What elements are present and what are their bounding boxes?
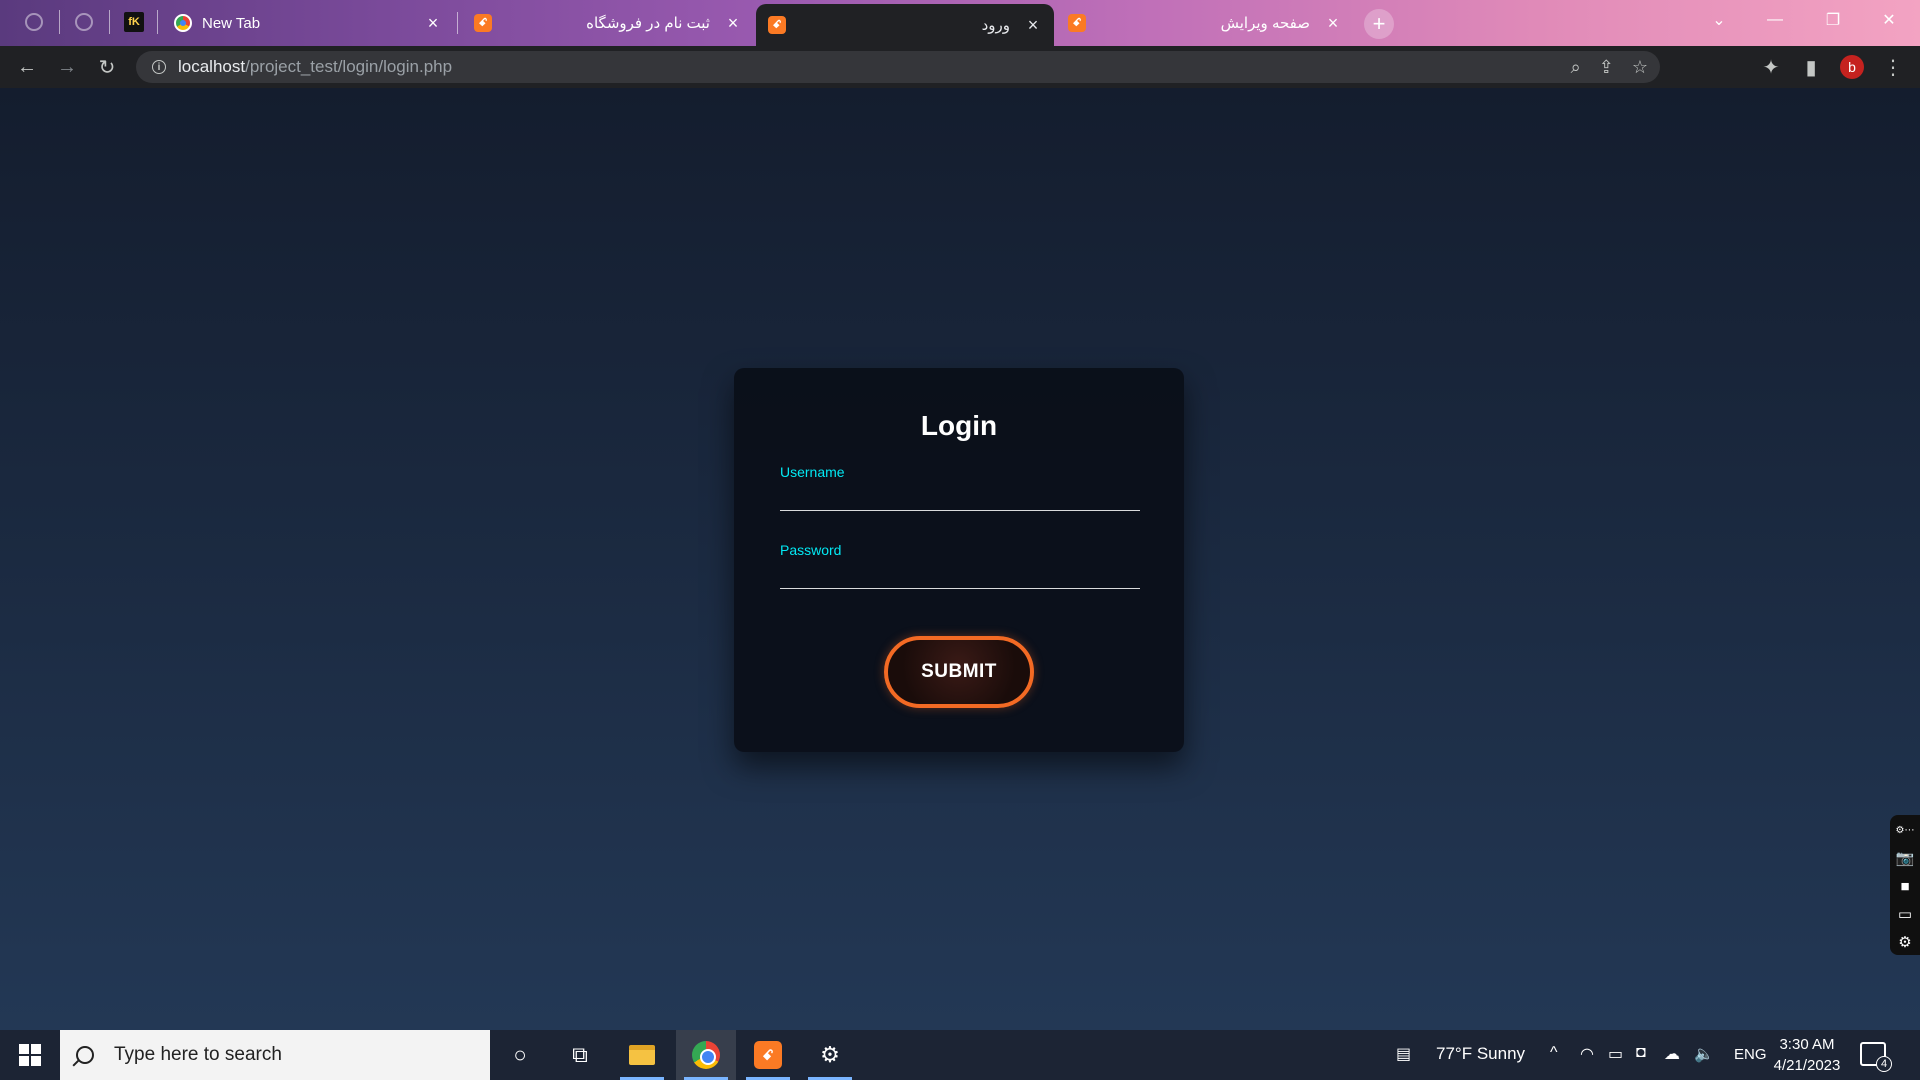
volume-icon[interactable]: 🔈 — [1694, 1044, 1714, 1064]
clock[interactable]: 3:30 AM 4/21/2023 — [1762, 1034, 1852, 1076]
tab-search-chevron-icon[interactable]: ⌄ — [1696, 0, 1742, 40]
bookmark-star-icon[interactable]: ☆ — [1632, 57, 1648, 78]
url-path: /project_test/login/login.php — [245, 57, 453, 76]
restore-icon[interactable]: ❐ — [1810, 0, 1856, 40]
username-label: Username — [780, 464, 845, 480]
close-icon[interactable]: × — [1024, 16, 1042, 34]
taskbar-settings[interactable]: ⚙ — [800, 1030, 860, 1080]
fk-favicon-icon: fK — [124, 12, 144, 32]
chrome-icon — [692, 1041, 720, 1069]
tab-register-store[interactable]: ꗃ ثبت نام در فروشگاه × — [462, 4, 754, 42]
screen-capture-widget: ⚙⋯ 📷 ■ ▭ ⚙ — [1890, 815, 1920, 955]
settings-gear-icon[interactable]: ⚙ — [1895, 933, 1915, 951]
search-icon — [76, 1046, 94, 1064]
browser-toolbar: ← → ↻ i localhost/project_test/login/log… — [0, 46, 1920, 88]
back-arrow-icon[interactable]: ← — [12, 52, 42, 82]
username-input[interactable] — [780, 482, 1140, 508]
start-button[interactable] — [0, 1030, 60, 1080]
notification-count-badge: 4 — [1876, 1056, 1892, 1072]
camera-icon[interactable]: 📷 — [1895, 849, 1915, 867]
taskbar-search[interactable]: Type here to search — [60, 1030, 490, 1080]
xampp-icon: ꗃ — [768, 16, 786, 34]
submit-button[interactable]: SUBMIT — [884, 636, 1034, 708]
tab-new-tab[interactable]: New Tab × — [162, 4, 454, 42]
pinned-tab-3[interactable]: fK — [116, 8, 152, 36]
tab-separator — [109, 10, 110, 34]
tab-title: New Tab — [202, 14, 261, 32]
weather-text[interactable]: 77°F Sunny — [1436, 1044, 1525, 1064]
password-underline — [780, 588, 1140, 589]
chrome-icon — [174, 14, 192, 32]
meet-now-icon[interactable]: ◘ — [1636, 1044, 1646, 1062]
xampp-icon: ꗃ — [754, 1041, 782, 1069]
wifi-icon[interactable]: ◠ — [1580, 1044, 1594, 1064]
tab-separator — [157, 10, 158, 34]
new-tab-plus-icon[interactable]: + — [1364, 9, 1394, 39]
video-camera-icon[interactable]: ■ — [1895, 877, 1915, 895]
globe-icon — [25, 13, 43, 31]
gallery-icon[interactable]: ▭ — [1895, 905, 1915, 923]
login-title: Login — [920, 410, 998, 441]
forward-arrow-icon[interactable]: → — [52, 52, 82, 82]
tab-separator — [59, 10, 60, 34]
tab-title: ورود — [981, 17, 1010, 34]
taskbar-file-explorer[interactable] — [612, 1030, 672, 1080]
site-info-icon[interactable]: i — [152, 60, 166, 74]
reload-icon[interactable]: ↻ — [92, 52, 122, 82]
login-box: Login Username Password SUBMIT — [734, 368, 1184, 752]
battery-icon[interactable]: ▭ — [1608, 1044, 1623, 1064]
onedrive-cloud-icon[interactable]: ☁ — [1664, 1044, 1680, 1064]
close-icon[interactable]: × — [724, 14, 742, 32]
password-input[interactable] — [780, 560, 1140, 586]
page-viewport: Login Username Password SUBMIT ⚙⋯ 📷 ■ ▭ … — [0, 88, 1920, 1030]
clock-time: 3:30 AM — [1779, 1036, 1835, 1053]
clock-date: 4/21/2023 — [1773, 1057, 1841, 1074]
windows-logo-icon — [19, 1044, 41, 1066]
globe-icon — [75, 13, 93, 31]
tab-edit-page[interactable]: ꗃ صفحه ویرایش × — [1056, 4, 1354, 42]
widget-menu-icon[interactable]: ⚙⋯ — [1895, 821, 1915, 839]
profile-avatar[interactable]: b — [1840, 55, 1864, 79]
window-close-icon[interactable]: ✕ — [1866, 0, 1912, 40]
url-text[interactable]: localhost/project_test/login/login.php — [178, 57, 452, 77]
weather-icon[interactable]: ▤ — [1396, 1044, 1411, 1064]
cortana-circle-icon[interactable]: ○ — [490, 1030, 550, 1080]
task-view-icon[interactable]: ⧉ — [550, 1030, 610, 1080]
search-placeholder: Type here to search — [114, 1044, 282, 1065]
zoom-icon[interactable]: ⌕ — [1571, 57, 1581, 78]
url-host: localhost — [178, 57, 246, 76]
username-underline — [780, 510, 1140, 511]
taskbar-xampp[interactable]: ꗃ — [738, 1030, 798, 1080]
taskbar-chrome[interactable] — [676, 1030, 736, 1080]
pinned-tab-2[interactable] — [66, 8, 102, 36]
chevron-up-icon[interactable]: ^ — [1550, 1044, 1558, 1062]
close-icon[interactable]: × — [1324, 14, 1342, 32]
menu-kebab-icon[interactable]: ⋮ — [1878, 52, 1908, 82]
pinned-tab-1[interactable] — [16, 8, 52, 36]
folder-icon — [629, 1045, 655, 1065]
tab-title: صفحه ویرایش — [1220, 15, 1310, 32]
tab-title: ثبت نام در فروشگاه — [586, 15, 710, 32]
address-bar[interactable]: i localhost/project_test/login/login.php… — [136, 51, 1660, 83]
xampp-icon: ꗃ — [1068, 14, 1086, 32]
settings-gear-icon: ⚙ — [820, 1042, 840, 1067]
password-label: Password — [780, 542, 842, 558]
tab-separator — [457, 12, 458, 34]
extensions-puzzle-icon[interactable]: ✦ — [1756, 52, 1786, 82]
close-icon[interactable]: × — [424, 14, 442, 32]
windows-taskbar: Type here to search ○ ⧉ ꗃ ⚙ ▤ 77°F Sunny… — [0, 1030, 1920, 1080]
side-panel-icon[interactable]: ▮ — [1796, 52, 1826, 82]
xampp-icon: ꗃ — [474, 14, 492, 32]
browser-tab-strip: fK New Tab × ꗃ ثبت نام در فروشگاه × ꗃ ور… — [0, 0, 1920, 46]
tab-login[interactable]: ꗃ ورود × — [756, 4, 1054, 46]
minimize-icon[interactable]: — — [1752, 0, 1798, 40]
share-icon[interactable]: ⇪ — [1599, 57, 1614, 78]
